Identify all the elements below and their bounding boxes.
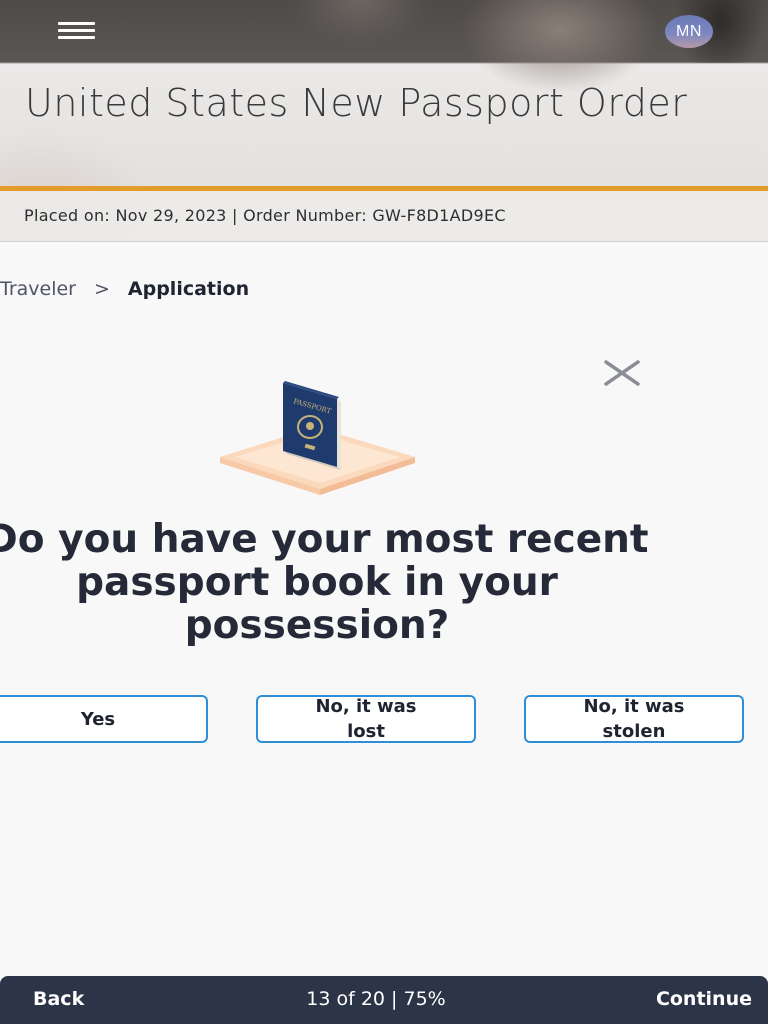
- top-bar: MN: [0, 0, 768, 63]
- breadcrumb: Traveler > Application: [0, 276, 249, 302]
- question-text: Do you have your most recent passport bo…: [0, 517, 649, 648]
- lost-button[interactable]: No, it was lost: [256, 695, 476, 743]
- avatar[interactable]: MN: [665, 15, 713, 48]
- bottom-navigation-bar: Back 13 of 20 | 75% Continue: [0, 976, 768, 1024]
- breadcrumb-separator: >: [93, 278, 110, 300]
- page-title: United States New Passport Order: [25, 81, 688, 125]
- continue-button[interactable]: Continue: [656, 988, 752, 1010]
- yes-button[interactable]: Yes: [0, 695, 208, 743]
- close-icon[interactable]: [602, 358, 642, 388]
- order-header: MN United States New Passport Order Plac…: [0, 0, 768, 242]
- stolen-button[interactable]: No, it was stolen: [524, 695, 744, 743]
- breadcrumb-traveler[interactable]: Traveler: [0, 278, 76, 300]
- progress-indicator: 13 of 20 | 75%: [306, 988, 446, 1010]
- passport-illustration: PASSPORT: [215, 375, 420, 500]
- order-meta: Placed on: Nov 29, 2023 | Order Number: …: [0, 191, 768, 242]
- breadcrumb-application: Application: [127, 278, 250, 300]
- hamburger-menu-icon[interactable]: [58, 22, 95, 40]
